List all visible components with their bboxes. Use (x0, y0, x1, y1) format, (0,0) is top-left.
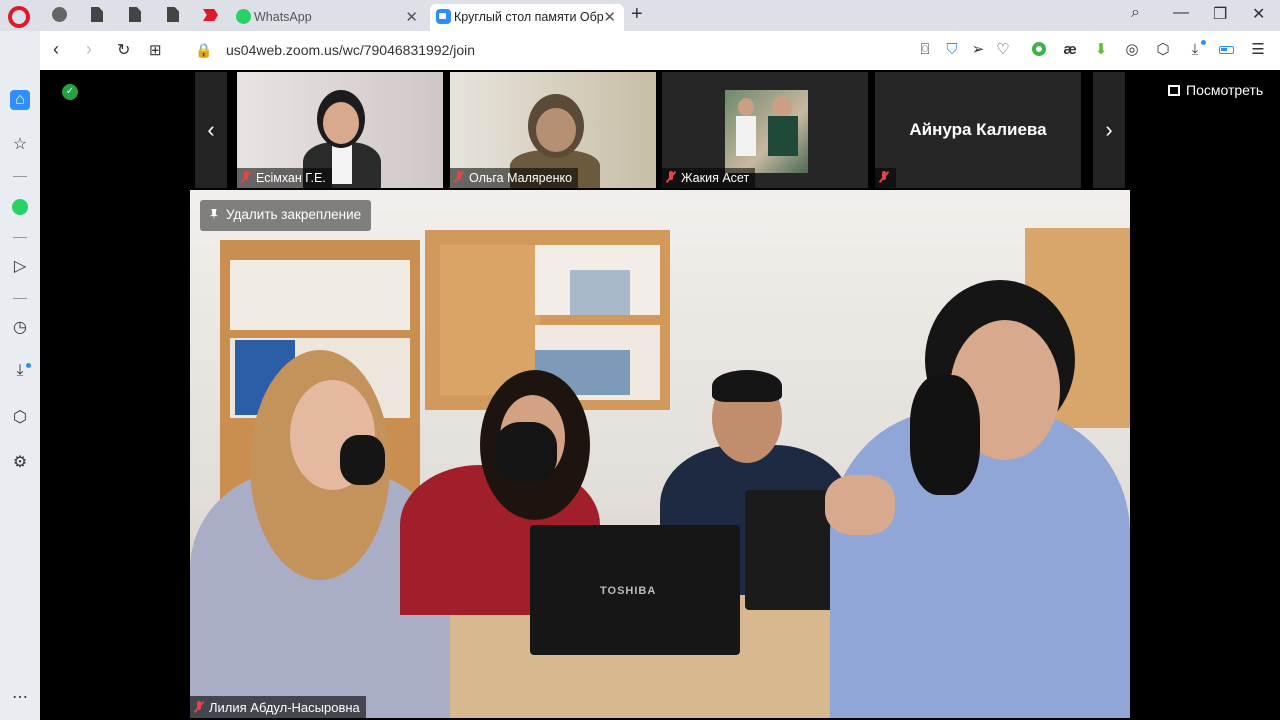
mic-muted-icon (241, 171, 251, 183)
tab-favicon-icon[interactable] (52, 7, 68, 23)
mic-muted-icon (454, 171, 464, 183)
player-icon[interactable]: ▷ (10, 257, 30, 277)
speed-dial-icon[interactable]: ⊞ (149, 41, 162, 59)
new-tab-button[interactable]: + (631, 3, 643, 26)
send-icon[interactable]: ➢ (970, 42, 986, 58)
notification-dot (1201, 40, 1206, 45)
participant-tile[interactable]: Есімхан Г.Е. (237, 72, 443, 188)
address-bar: ‹ › ↻ ⊞ 🔒 us04web.zoom.us/wc/79046831992… (40, 31, 1280, 70)
lock-icon: 🔒 (195, 42, 213, 58)
mic-muted-icon (879, 171, 889, 183)
close-icon[interactable]: ✕ (603, 8, 616, 26)
sidebar: ⌂ ☆ ▷ ◷ ⤓ ⬡ ⚙ ⋯ (0, 31, 40, 720)
view-button[interactable]: Посмотреть (1168, 82, 1263, 98)
back-icon[interactable]: ‹ (53, 39, 59, 60)
view-label: Посмотреть (1186, 82, 1264, 98)
extension-ae-icon[interactable]: æ (1062, 42, 1078, 58)
camera-icon[interactable]: ⌼ (917, 42, 933, 58)
notification-dot (26, 363, 31, 368)
active-speaker-video[interactable]: TOSHIBA Удалить закрепление Лилия Абдул-… (190, 190, 1130, 718)
participant-tile[interactable]: Жакия Асет (662, 72, 868, 188)
tab-file-icon[interactable] (129, 7, 145, 23)
pin-icon (210, 209, 218, 220)
sidebar-divider (13, 298, 27, 299)
extension-eye-icon[interactable]: ◎ (1124, 42, 1140, 58)
home-icon[interactable]: ⌂ (10, 90, 30, 110)
active-speaker-name: Лилия Абдул-Насыровна (190, 696, 366, 718)
whatsapp-icon[interactable] (10, 197, 30, 217)
participant-name: Ольга Маляренко (450, 168, 579, 188)
window-close-icon[interactable]: ✕ (1252, 4, 1265, 24)
extension-green-icon[interactable] (1031, 42, 1047, 58)
extension-cube-icon[interactable]: ⬡ (1155, 42, 1171, 58)
sidebar-divider (13, 176, 27, 177)
downloads-icon[interactable]: ⤓ (1187, 42, 1203, 58)
history-icon[interactable]: ◷ (10, 318, 30, 338)
sidebar-divider (13, 237, 27, 238)
whatsapp-icon (236, 9, 251, 24)
opera-logo-icon[interactable] (8, 6, 30, 28)
bookmarks-icon[interactable]: ☆ (10, 135, 30, 155)
encryption-shield-icon[interactable]: ✓ (62, 84, 78, 100)
forward-icon[interactable]: › (86, 39, 92, 60)
easy-setup-icon[interactable]: ☰ (1250, 42, 1266, 58)
tab-bar: WhatsApp ✕ Круглый стол памяти Обр ✕ + ⌕… (0, 0, 1280, 31)
url-field[interactable]: us04web.zoom.us/wc/79046831992/join (226, 42, 475, 58)
adblock-shield-icon[interactable]: ⛉ (944, 42, 960, 58)
unpin-button[interactable]: Удалить закрепление (200, 200, 372, 231)
laptop-brand: TOSHIBA (600, 585, 657, 597)
tab-file-icon[interactable] (91, 7, 107, 23)
mic-muted-icon (194, 701, 204, 713)
extensions-cube-icon[interactable]: ⬡ (10, 408, 30, 428)
participant-name: Жакия Асет (662, 168, 756, 188)
tab-zoom[interactable]: Круглый стол памяти Обр ✕ (430, 4, 624, 31)
minimize-icon[interactable]: — (1173, 4, 1189, 22)
tab-whatsapp[interactable]: WhatsApp ✕ (230, 4, 426, 31)
battery-icon[interactable] (1218, 42, 1234, 58)
mic-muted-icon (666, 171, 676, 183)
zoom-meeting: ✓ Посмотреть ‹ Есімхан Г.Е. Ольга Маляре… (40, 70, 1280, 720)
participant-name: Есімхан Г.Е. (237, 168, 332, 188)
participant-tile[interactable]: Ольга Маляренко (450, 72, 656, 188)
next-page-button[interactable]: › (1093, 72, 1125, 188)
tab-bookmark-icon[interactable] (203, 7, 219, 23)
participant-tile[interactable]: Айнура Калиева (875, 72, 1081, 188)
gallery-grid-icon (1168, 85, 1180, 96)
search-tabs-icon[interactable]: ⌕ (1131, 4, 1140, 22)
more-icon[interactable]: ⋯ (10, 688, 30, 708)
tab-label: WhatsApp (254, 10, 312, 24)
settings-gear-icon[interactable]: ⚙ (10, 453, 30, 473)
participant-mute-status (875, 168, 896, 188)
tab-file-icon[interactable] (167, 7, 183, 23)
extension-download-icon[interactable]: ⬇ (1093, 42, 1109, 58)
close-icon[interactable]: ✕ (405, 8, 418, 26)
zoom-icon (436, 9, 451, 24)
restore-icon[interactable]: ❐ (1213, 4, 1227, 24)
unpin-label: Удалить закрепление (226, 207, 362, 222)
prev-page-button[interactable]: ‹ (195, 72, 227, 188)
reload-icon[interactable]: ↻ (117, 40, 130, 60)
tab-label: Круглый стол памяти Обр (454, 10, 604, 24)
participant-name: Айнура Калиева (909, 120, 1047, 139)
heart-icon[interactable]: ♡ (995, 42, 1011, 58)
